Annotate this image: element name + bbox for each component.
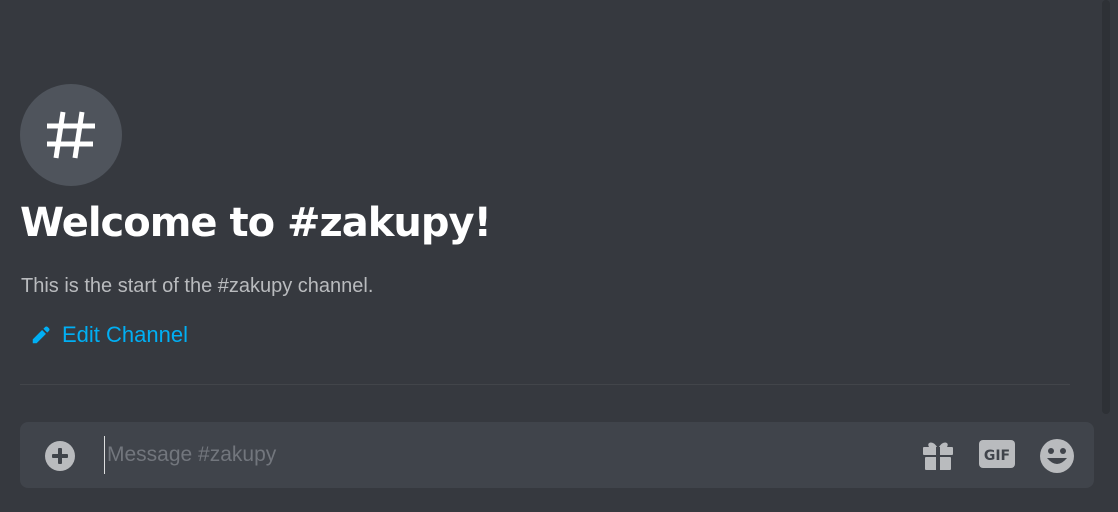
welcome-subtitle: This is the start of the #zakupy channel…	[21, 275, 374, 297]
message-composer: GIF	[20, 422, 1094, 488]
hashtag-icon	[47, 111, 95, 159]
edit-channel-button[interactable]: Edit Channel	[30, 322, 188, 348]
attach-button[interactable]	[44, 440, 76, 472]
channel-icon-avatar	[20, 84, 122, 186]
smiley-emoji-icon	[1040, 439, 1074, 473]
gif-button[interactable]: GIF	[979, 438, 1015, 472]
gift-icon	[923, 442, 953, 470]
welcome-title: Welcome to #zakupy!	[20, 200, 492, 246]
gift-button[interactable]	[921, 438, 955, 472]
message-input[interactable]	[104, 436, 887, 474]
plus-circle-icon	[45, 441, 75, 471]
scrollbar[interactable]	[1102, 0, 1110, 414]
emoji-button[interactable]	[1039, 438, 1074, 473]
pencil-icon	[32, 326, 50, 344]
gif-icon: GIF	[979, 440, 1015, 468]
divider	[20, 384, 1070, 385]
gif-label: GIF	[984, 448, 1010, 464]
edit-channel-label: Edit Channel	[62, 322, 188, 347]
chat-area: Welcome to #zakupy! This is the start of…	[0, 0, 1118, 512]
